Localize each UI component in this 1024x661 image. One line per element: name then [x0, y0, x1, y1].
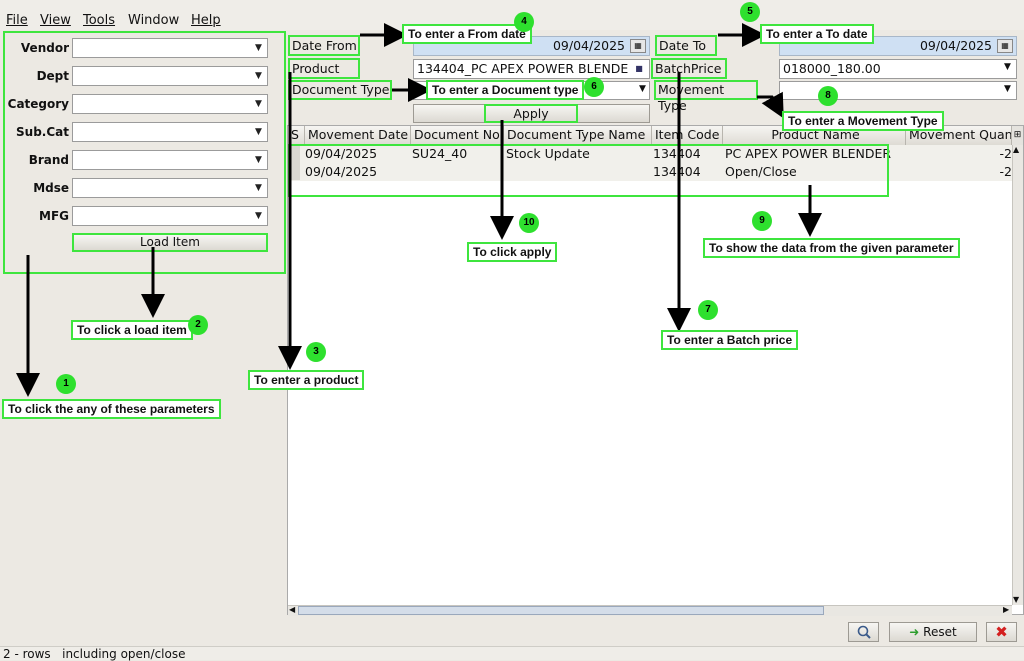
badge-7: 7 — [698, 300, 718, 320]
badge-8: 8 — [818, 86, 838, 106]
callout-5: To enter a To date — [760, 24, 874, 44]
badge-1: 1 — [56, 374, 76, 394]
callout-1: To click the any of these parameters — [2, 399, 221, 419]
callout-9: To show the data from the given paramete… — [703, 238, 960, 258]
badge-4: 4 — [514, 12, 534, 32]
badge-6: 6 — [584, 77, 604, 97]
callout-4: To enter a From date — [402, 24, 532, 44]
badge-9: 9 — [752, 211, 772, 231]
callout-8: To enter a Movement Type — [782, 111, 944, 131]
callout-7: To enter a Batch price — [661, 330, 799, 350]
callout-10: To click apply — [467, 242, 558, 262]
badge-10: 10 — [519, 213, 539, 233]
badge-5: 5 — [740, 2, 760, 22]
callout-3: To enter a product — [248, 370, 365, 390]
callout-6: To enter a Document type — [426, 80, 585, 100]
badge-2: 2 — [188, 315, 208, 335]
badge-3: 3 — [306, 342, 326, 362]
callout-2: To click a load item — [71, 320, 193, 340]
